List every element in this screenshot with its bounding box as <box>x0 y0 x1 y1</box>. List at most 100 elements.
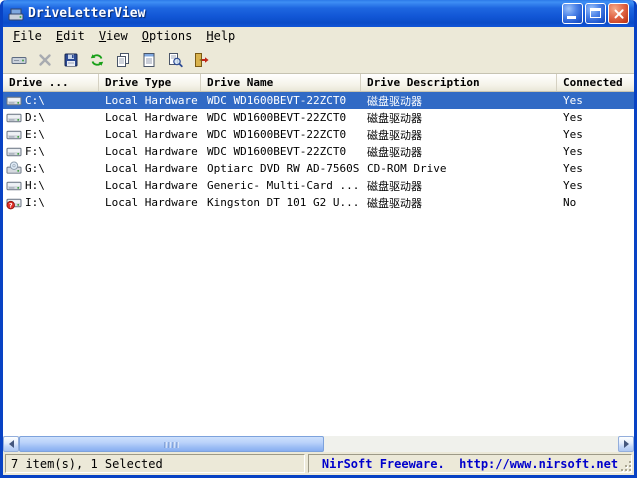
drive-letter-cell: E:\ <box>3 127 99 142</box>
drive-description-cell: 磁盘驱动器 <box>367 128 422 142</box>
drive-letter: E:\ <box>25 128 45 141</box>
connected-cell: No <box>563 196 577 209</box>
drive-type-cell: Local Hardware <box>105 179 198 192</box>
scroll-thumb[interactable] <box>19 436 324 452</box>
close-button[interactable] <box>608 3 629 24</box>
menu-bar: File Edit View Options Help <box>3 27 634 46</box>
drive-name-cell: Kingston DT 101 G2 U... <box>207 196 360 209</box>
menu-options-rest: ptions <box>149 29 193 43</box>
nirsoft-link[interactable]: NirSoft Freeware. http://www.nirsoft.net <box>308 454 632 473</box>
menu-item-edit[interactable]: Edit <box>49 28 92 45</box>
hard-drive-icon <box>6 113 22 123</box>
drive-letter-cell: I:\ <box>3 195 99 210</box>
properties-button[interactable] <box>136 48 161 71</box>
scroll-track[interactable] <box>19 436 618 452</box>
drive-letter-cell: F:\ <box>3 144 99 159</box>
menu-item-options[interactable]: Options <box>135 28 200 45</box>
drive-type-cell: Local Hardware <box>105 94 198 107</box>
table-row[interactable]: I:\ Local Hardware Kingston DT 101 G2 U.… <box>3 194 634 211</box>
column-header-drive[interactable]: Drive ... <box>3 74 99 91</box>
menu-view-rest: iew <box>106 29 128 43</box>
drive-name-cell: Generic- Multi-Card ... <box>207 179 360 192</box>
drive-name-cell: Optiarc DVD RW AD-7560S <box>207 162 360 175</box>
menu-item-file[interactable]: File <box>6 28 49 45</box>
connected-cell: Yes <box>563 145 583 158</box>
table-row[interactable]: G:\ Local Hardware Optiarc DVD RW AD-756… <box>3 160 634 177</box>
drive-description-cell: 磁盘驱动器 <box>367 196 422 210</box>
minimize-button[interactable] <box>562 3 583 24</box>
status-bar: 7 item(s), 1 Selected NirSoft Freeware. … <box>3 452 634 475</box>
menu-help-rest: elp <box>213 29 236 43</box>
menu-item-view[interactable]: View <box>92 28 135 45</box>
resize-grip[interactable] <box>619 459 632 472</box>
drive-letter: I:\ <box>25 196 45 209</box>
table-header: Drive ... Drive Type Drive Name Drive De… <box>3 74 634 92</box>
copy-button[interactable] <box>110 48 135 71</box>
connected-cell: Yes <box>563 111 583 124</box>
maximize-icon <box>590 8 601 18</box>
drive-description-cell: 磁盘驱动器 <box>367 111 422 125</box>
table-row[interactable]: F:\ Local Hardware WDC WD1600BEVT-22ZCT0… <box>3 143 634 160</box>
arrow-left-icon <box>8 440 14 448</box>
drive-description-cell: 磁盘驱动器 <box>367 94 422 108</box>
window-controls <box>562 3 629 24</box>
refresh-icon <box>89 52 104 67</box>
disconnected-drive-icon <box>6 198 22 210</box>
drive-type-cell: Local Hardware <box>105 128 198 141</box>
drive-letter: H:\ <box>25 179 45 192</box>
menu-item-help[interactable]: Help <box>199 28 242 45</box>
change-drive-letter-icon <box>11 56 26 64</box>
find-icon <box>168 52 183 67</box>
horizontal-scrollbar <box>3 436 634 452</box>
drive-letter-cell: G:\ <box>3 161 99 176</box>
connected-cell: Yes <box>563 94 583 107</box>
table-row[interactable]: C:\ Local Hardware WDC WD1600BEVT-22ZCT0… <box>3 92 634 109</box>
refresh-button[interactable] <box>84 48 109 71</box>
menu-help-accel: H <box>206 29 214 43</box>
app-icon <box>8 8 24 20</box>
scroll-right-button[interactable] <box>618 436 634 452</box>
scroll-left-button[interactable] <box>3 436 19 452</box>
column-header-drive-name[interactable]: Drive Name <box>201 74 361 91</box>
drive-letter-cell: D:\ <box>3 110 99 125</box>
properties-icon <box>143 52 154 67</box>
connected-cell: Yes <box>563 162 583 175</box>
exit-icon <box>194 52 209 67</box>
drive-name-cell: WDC WD1600BEVT-22ZCT0 <box>207 145 347 158</box>
change-drive-letter-button[interactable] <box>6 48 31 71</box>
drive-type-cell: Local Hardware <box>105 111 198 124</box>
table-row[interactable]: H:\ Local Hardware Generic- Multi-Card .… <box>3 177 634 194</box>
column-header-drive-description[interactable]: Drive Description <box>361 74 557 91</box>
card-reader-icon <box>6 181 22 191</box>
window-title: DriveLetterView <box>28 6 146 21</box>
app-window: DriveLetterView File Edit View Options H… <box>0 0 637 478</box>
hard-drive-icon <box>6 147 22 157</box>
drive-description-cell: 磁盘驱动器 <box>367 145 422 159</box>
connected-cell: Yes <box>563 128 583 141</box>
column-header-drive-type[interactable]: Drive Type <box>99 74 201 91</box>
delete-x-icon <box>38 53 51 66</box>
table-row[interactable]: D:\ Local Hardware WDC WD1600BEVT-22ZCT0… <box>3 109 634 126</box>
save-icon <box>64 53 77 66</box>
drive-name-cell: WDC WD1600BEVT-22ZCT0 <box>207 128 347 141</box>
drive-type-cell: Local Hardware <box>105 162 198 175</box>
status-items-count: 7 item(s), 1 Selected <box>5 454 305 473</box>
menu-file-rest: ile <box>20 29 42 43</box>
title-bar[interactable]: DriveLetterView <box>3 0 634 27</box>
drive-list: Drive ... Drive Type Drive Name Drive De… <box>3 74 634 452</box>
connected-cell: Yes <box>563 179 583 192</box>
drive-type-cell: Local Hardware <box>105 145 198 158</box>
drive-letter: C:\ <box>25 94 45 107</box>
table-row[interactable]: E:\ Local Hardware WDC WD1600BEVT-22ZCT0… <box>3 126 634 143</box>
exit-button[interactable] <box>188 48 213 71</box>
drive-letter-cell: H:\ <box>3 178 99 193</box>
drive-letter: F:\ <box>25 145 45 158</box>
find-button[interactable] <box>162 48 187 71</box>
column-header-connected[interactable]: Connected <box>557 74 634 91</box>
save-button[interactable] <box>58 48 83 71</box>
delete-button[interactable] <box>32 48 57 71</box>
menu-view-accel: V <box>98 29 107 43</box>
drive-name-cell: WDC WD1600BEVT-22ZCT0 <box>207 94 347 107</box>
maximize-button[interactable] <box>585 3 606 24</box>
table-body: C:\ Local Hardware WDC WD1600BEVT-22ZCT0… <box>3 92 634 436</box>
